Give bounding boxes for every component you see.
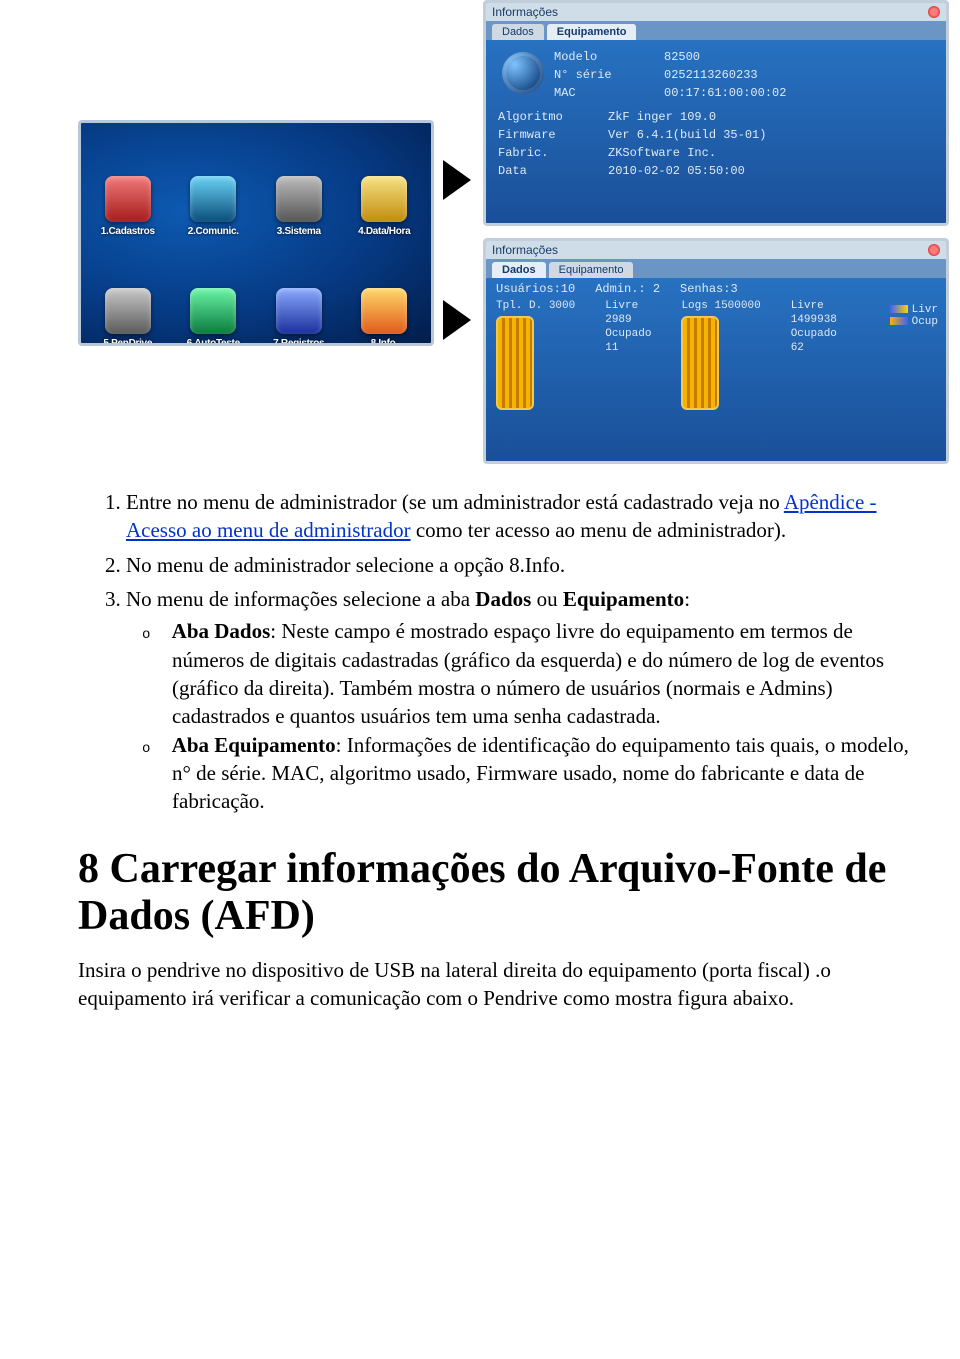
legend-swatch-livre bbox=[890, 305, 908, 313]
label-livre: Livre bbox=[605, 300, 651, 312]
users-icon bbox=[105, 176, 151, 222]
tab-equipamento: Equipamento bbox=[549, 262, 634, 278]
magnifier-icon bbox=[190, 288, 236, 334]
arrow-right-icon bbox=[443, 160, 471, 200]
menu-label: 8.Info. bbox=[371, 338, 398, 346]
label-serial: N° série bbox=[554, 66, 654, 84]
device-menu-screenshot: 1.Cadastros 2.Comunic. 3.Sistema 4.Data/… bbox=[78, 120, 434, 346]
paragraph-afd: Insira o pendrive no dispositivo de USB … bbox=[78, 956, 910, 1013]
value-logs: 1500000 bbox=[714, 300, 760, 312]
info-icon bbox=[361, 288, 407, 334]
menu-label: 1.Cadastros bbox=[101, 226, 155, 237]
figure-composite: 1.Cadastros 2.Comunic. 3.Sistema 4.Data/… bbox=[78, 10, 910, 470]
step3-colon: : bbox=[684, 587, 690, 611]
value-livre-a: 2989 bbox=[605, 314, 651, 326]
sub-aba-equipamento: Aba Equipamento: Informações de identifi… bbox=[172, 731, 910, 816]
step2-text: No menu de administrador selecione a opç… bbox=[126, 553, 565, 577]
stats-admin: Admin.: 2 bbox=[595, 282, 660, 296]
globe-icon bbox=[502, 52, 544, 94]
step-1: Entre no menu de administrador (se um ad… bbox=[126, 488, 910, 545]
tab-equipamento: Equipamento bbox=[547, 24, 637, 40]
aba-dados-text: : Neste campo é mostrado espaço livre do… bbox=[172, 619, 884, 728]
wrench-icon bbox=[276, 176, 322, 222]
value-mac: 00:17:61:00:00:02 bbox=[664, 84, 786, 102]
tab-dados: Dados bbox=[492, 24, 544, 40]
label-tpl: Tpl. D. bbox=[496, 300, 542, 312]
label-algo: Algoritmo bbox=[498, 108, 598, 126]
step1-part-b: como ter acesso ao menu de administrador… bbox=[411, 518, 787, 542]
value-ocupado-a: 11 bbox=[605, 342, 651, 354]
menu-item-datahora: 4.Data/Hora bbox=[344, 129, 426, 237]
stats-usuarios: Usuários:10 bbox=[496, 282, 575, 296]
value-model: 82500 bbox=[664, 48, 700, 66]
step-2: No menu de administrador selecione a opç… bbox=[126, 551, 910, 579]
sub-aba-dados: Aba Dados: Neste campo é mostrado espaço… bbox=[172, 617, 910, 730]
menu-item-cadastros: 1.Cadastros bbox=[87, 129, 169, 237]
steps-list: Entre no menu de administrador (se um ad… bbox=[78, 488, 910, 816]
step3-dados: Dados bbox=[475, 587, 531, 611]
section-heading-8: 8 Carregar informações do Arquivo-Fonte … bbox=[78, 846, 910, 940]
menu-item-registros: 7.Registros bbox=[258, 241, 340, 346]
step3-ou: ou bbox=[531, 587, 563, 611]
step3-equip: Equipamento bbox=[563, 587, 684, 611]
menu-item-info: 8.Info. bbox=[344, 241, 426, 346]
value-livre-b: 1499938 bbox=[791, 314, 837, 326]
label-ocupado: Ocupado bbox=[605, 328, 651, 340]
aba-dados-label: Aba Dados bbox=[172, 619, 271, 643]
label-data: Data bbox=[498, 162, 598, 180]
label-logs: Logs bbox=[681, 300, 707, 312]
tab-dados: Dados bbox=[492, 262, 546, 278]
stats-senhas: Senhas:3 bbox=[680, 282, 738, 296]
info-window-equipamento: Informações Dados Equipamento Modelo 8250… bbox=[483, 0, 949, 226]
menu-label: 6.AutoTeste bbox=[187, 338, 240, 346]
window-title: Informações bbox=[492, 243, 558, 257]
step3-a: No menu de informações selecione a aba bbox=[126, 587, 475, 611]
value-fabricante: ZKSoftware Inc. bbox=[608, 144, 716, 162]
label-model: Modelo bbox=[554, 48, 654, 66]
barrel-icon bbox=[496, 316, 534, 410]
menu-label: 5.PenDrive bbox=[103, 338, 152, 346]
window-title: Informações bbox=[492, 5, 558, 19]
label-firmware: Firmware bbox=[498, 126, 598, 144]
value-algo: ZkF inger 109.0 bbox=[608, 108, 716, 126]
step-3: No menu de informações selecione a aba D… bbox=[126, 585, 910, 816]
legend-swatch-ocup bbox=[890, 317, 908, 325]
value-ocupado-b: 62 bbox=[791, 342, 837, 354]
menu-item-sistema: 3.Sistema bbox=[258, 129, 340, 237]
menu-label: 3.Sistema bbox=[277, 226, 321, 237]
usb-icon bbox=[105, 288, 151, 334]
label-fabricante: Fabric. bbox=[498, 144, 598, 162]
menu-label: 4.Data/Hora bbox=[358, 226, 410, 237]
arrow-right-icon bbox=[443, 300, 471, 340]
document-icon bbox=[276, 288, 322, 334]
label-ocupado: Ocupado bbox=[791, 328, 837, 340]
value-firmware: Ver 6.4.1(build 35-01) bbox=[608, 126, 766, 144]
network-icon bbox=[190, 176, 236, 222]
aba-equip-label: Aba Equipamento bbox=[172, 733, 336, 757]
close-icon bbox=[928, 244, 940, 256]
menu-item-pendrive: 5.PenDrive bbox=[87, 241, 169, 346]
barrel-icon bbox=[681, 316, 719, 410]
value-data: 2010-02-02 05:50:00 bbox=[608, 162, 745, 180]
value-tpl: 3000 bbox=[549, 300, 575, 312]
legend-ocup: Ocup bbox=[912, 316, 938, 328]
label-livre: Livre bbox=[791, 300, 837, 312]
step1-part-a: Entre no menu de administrador (se um ad… bbox=[126, 490, 784, 514]
menu-label: 7.Registros bbox=[273, 338, 324, 346]
info-window-dados: Informações Dados Equipamento Usuários:1… bbox=[483, 238, 949, 464]
value-serial: 0252113260233 bbox=[664, 66, 758, 84]
clock-icon bbox=[361, 176, 407, 222]
legend-livre: Livr bbox=[912, 304, 938, 316]
menu-label: 2.Comunic. bbox=[188, 226, 239, 237]
label-mac: MAC bbox=[554, 84, 654, 102]
menu-item-autoteste: 6.AutoTeste bbox=[173, 241, 255, 346]
close-icon bbox=[928, 6, 940, 18]
menu-item-comunic: 2.Comunic. bbox=[173, 129, 255, 237]
